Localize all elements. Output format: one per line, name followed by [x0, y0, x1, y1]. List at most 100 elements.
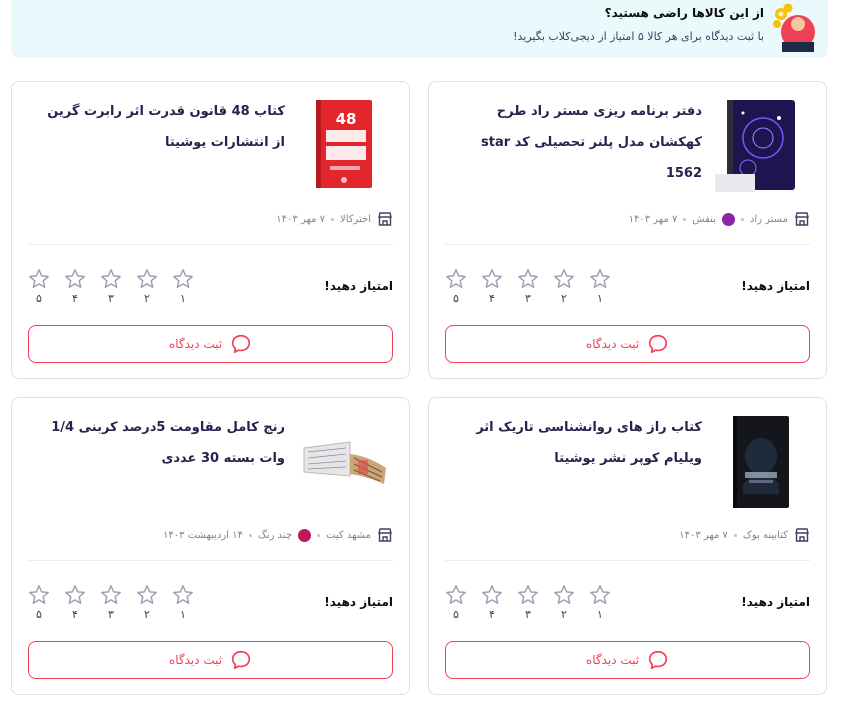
star-number: ۲: [561, 608, 567, 621]
star-outline-icon: [482, 269, 502, 288]
product-image-resistor-pack[interactable]: [296, 414, 392, 510]
banner-title: از این کالاها راضی هستید؟: [604, 6, 764, 20]
star-outline-icon: [29, 269, 49, 288]
divider: [445, 560, 810, 561]
star-3[interactable]: ۳: [100, 584, 122, 624]
submit-review-label: ثبت دیدگاه: [585, 653, 640, 667]
separator-dot: [330, 217, 334, 221]
star-5[interactable]: ۵: [28, 268, 50, 308]
star-rating: ۱ ۲ ۳ ۴ ۵: [445, 584, 615, 624]
star-outline-icon: [137, 585, 157, 604]
star-number: ۳: [525, 292, 531, 305]
star-outline-icon: [518, 269, 538, 288]
star-number: ۲: [144, 608, 150, 621]
star-outline-icon: [101, 585, 121, 604]
product-review-card: کتاب راز های روانشناسی تاریک اثر ویلیام …: [428, 397, 827, 695]
seller-name: کتابینه بوک: [742, 529, 788, 541]
star-number: ۳: [108, 292, 114, 305]
star-5[interactable]: ۵: [445, 584, 467, 624]
rate-label: امتیاز دهید!: [741, 595, 810, 609]
product-title[interactable]: رنج کامل مقاومت 5درصد کربنی 1/4 وات بسته…: [45, 412, 285, 474]
product-review-card: رنج کامل مقاومت 5درصد کربنی 1/4 وات بسته…: [11, 397, 410, 695]
separator-dot: [683, 217, 687, 221]
star-rating: ۱ ۲ ۳ ۴ ۵: [445, 268, 615, 308]
star-number: ۱: [180, 608, 186, 621]
star-4[interactable]: ۴: [64, 268, 86, 308]
product-title[interactable]: کتاب راز های روانشناسی تاریک اثر ویلیام …: [462, 412, 702, 474]
product-meta: کتابینه بوک ۷ مهر ۱۴۰۳: [679, 526, 810, 544]
submit-review-label: ثبت دیدگاه: [585, 337, 640, 351]
purchase-date: ۱۴ اردیبهشت ۱۴۰۳: [163, 529, 243, 541]
star-1[interactable]: ۱: [172, 584, 194, 624]
star-number: ۴: [489, 292, 495, 305]
color-swatch: [721, 212, 735, 226]
rate-label: امتیاز دهید!: [324, 279, 393, 293]
submit-review-button[interactable]: ثبت دیدگاه: [445, 325, 810, 363]
color-swatch: [298, 528, 312, 542]
submit-review-button[interactable]: ثبت دیدگاه: [28, 641, 393, 679]
star-rating: ۱ ۲ ۳ ۴ ۵: [28, 268, 198, 308]
product-image-galaxy-planner[interactable]: [713, 98, 809, 194]
star-outline-icon: [29, 585, 49, 604]
star-outline-icon: [173, 585, 193, 604]
star-2[interactable]: ۲: [553, 268, 575, 308]
star-3[interactable]: ۳: [517, 584, 539, 624]
comment-icon: [649, 334, 668, 354]
star-2[interactable]: ۲: [136, 268, 158, 308]
star-number: ۵: [453, 292, 459, 305]
star-number: ۳: [108, 608, 114, 621]
submit-review-label: ثبت دیدگاه: [168, 653, 223, 667]
star-1[interactable]: ۱: [589, 584, 611, 624]
shop-icon: [795, 528, 809, 542]
star-number: ۱: [180, 292, 186, 305]
star-2[interactable]: ۲: [136, 584, 158, 624]
banner-subtitle: با ثبت دیدگاه برای هر کالا ۵ امتیاز از د…: [513, 30, 764, 43]
star-1[interactable]: ۱: [172, 268, 194, 308]
seller-name: مشهد کیت: [326, 529, 371, 541]
shop-icon: [795, 212, 809, 226]
star-number: ۱: [597, 608, 603, 621]
divider: [28, 560, 393, 561]
star-rating: ۱ ۲ ۳ ۴ ۵: [28, 584, 198, 624]
product-image-48-laws-book[interactable]: 48: [296, 98, 392, 194]
star-number: ۴: [72, 292, 78, 305]
svg-text:48: 48: [336, 110, 357, 128]
star-outline-icon: [482, 585, 502, 604]
star-4[interactable]: ۴: [481, 268, 503, 308]
star-4[interactable]: ۴: [64, 584, 86, 624]
star-1[interactable]: ۱: [589, 268, 611, 308]
product-title[interactable]: کتاب 48 قانون قدرت اثر رابرت گرین از انت…: [45, 96, 285, 158]
product-meta: مستر راد بنفش ۷ مهر ۱۴۰۳: [629, 210, 810, 228]
star-number: ۲: [144, 292, 150, 305]
star-outline-icon: [590, 269, 610, 288]
product-meta: اخترکالا ۷ مهر ۱۴۰۳: [276, 210, 393, 228]
star-4[interactable]: ۴: [481, 584, 503, 624]
star-number: ۳: [525, 608, 531, 621]
star-number: ۱: [597, 292, 603, 305]
separator-dot: [740, 217, 744, 221]
submit-review-button[interactable]: ثبت دیدگاه: [445, 641, 810, 679]
star-outline-icon: [65, 269, 85, 288]
rate-label: امتیاز دهید!: [324, 595, 393, 609]
star-number: ۲: [561, 292, 567, 305]
comment-icon: [232, 334, 251, 354]
star-2[interactable]: ۲: [553, 584, 575, 624]
star-5[interactable]: ۵: [28, 584, 50, 624]
separator-dot: [248, 533, 252, 537]
star-3[interactable]: ۳: [517, 268, 539, 308]
star-outline-icon: [590, 585, 610, 604]
divider: [445, 244, 810, 245]
star-3[interactable]: ۳: [100, 268, 122, 308]
star-number: ۴: [489, 608, 495, 621]
comment-icon: [649, 650, 668, 670]
star-outline-icon: [173, 269, 193, 288]
product-image-dark-psychology-book[interactable]: [713, 414, 809, 510]
color-name: چند رنگ: [257, 529, 293, 541]
star-number: ۵: [36, 608, 42, 621]
submit-review-button[interactable]: ثبت دیدگاه: [28, 325, 393, 363]
divider: [28, 244, 393, 245]
product-title[interactable]: دفتر برنامه ریزی مستر راد طرح کهکشان مدل…: [462, 96, 702, 189]
submit-review-label: ثبت دیدگاه: [168, 337, 223, 351]
star-5[interactable]: ۵: [445, 268, 467, 308]
star-outline-icon: [446, 585, 466, 604]
